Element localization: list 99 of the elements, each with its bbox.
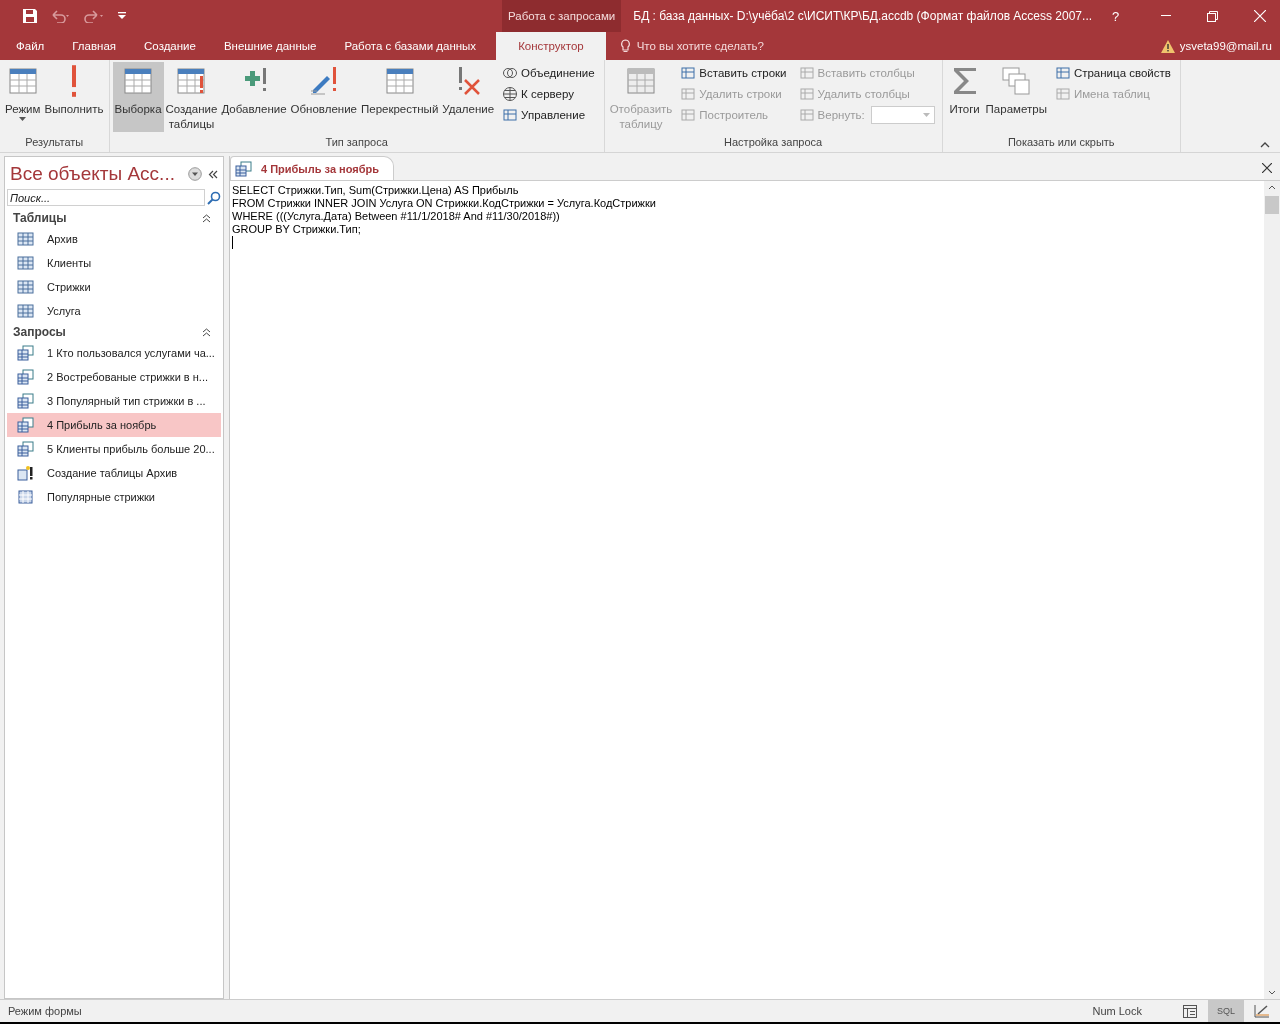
ribbon-tab[interactable]: Главная [60, 32, 129, 60]
close-icon[interactable] [1262, 163, 1272, 173]
scroll-up-icon[interactable] [1268, 185, 1276, 190]
ribbon-button[interactable]: Выполнить [42, 62, 106, 132]
navigation-item[interactable]: Создание таблицы Архив [7, 461, 221, 485]
command-icon [798, 86, 815, 102]
table-icon [17, 303, 35, 319]
lightbulb-icon [619, 39, 631, 53]
query-icon [17, 441, 35, 457]
dropdown-circle-icon[interactable] [188, 167, 202, 181]
command-icon [502, 107, 519, 123]
query-icon [235, 160, 253, 177]
warning-icon [1160, 39, 1175, 53]
ribbon-button[interactable]: Страница свойств [1052, 64, 1173, 82]
navigation-pane-title[interactable]: Все объекты Acc... [10, 163, 182, 185]
ribbon-button[interactable]: Выборка [112, 62, 164, 132]
minimize-icon[interactable] [1161, 15, 1172, 17]
scroll-down-icon[interactable] [1268, 990, 1276, 995]
query-icon [17, 393, 35, 409]
table-icon [17, 231, 35, 247]
ribbon-button[interactable]: Параметры [983, 62, 1049, 132]
navigation-item[interactable]: 3 Популярный тип стрижки в ... [7, 389, 221, 413]
table-icon [17, 279, 35, 295]
ribbon-button[interactable]: Создание таблицы [163, 62, 220, 132]
customize-menu-icon[interactable] [118, 12, 126, 20]
ribbon-button[interactable]: Вставить строки [678, 64, 789, 82]
navigation-item[interactable]: 4 Прибыль за ноябрь [7, 413, 221, 437]
code-line: FROM Стрижки INNER JOIN Услуга ON Стрижки.КодСтрижки = Услуга.КодСтрижки [232, 197, 657, 210]
command-icon [1054, 86, 1071, 102]
ribbon-button[interactable]: Управление [500, 106, 588, 124]
ribbon-button[interactable]: Перекрестный [358, 62, 441, 132]
query-icon [17, 369, 35, 385]
document-tab[interactable]: 4 Прибыль за ноябрь [230, 156, 394, 180]
ribbon-button[interactable]: Удаление [440, 62, 497, 132]
command-icon [798, 65, 815, 81]
collapse-pane-icon[interactable] [208, 169, 218, 179]
restore-icon[interactable] [1207, 10, 1219, 22]
navigation-item[interactable]: 1 Кто пользовался услугами ча... [7, 341, 221, 365]
navigation-item[interactable]: Архив [7, 227, 221, 251]
query-icon [17, 345, 35, 361]
save-icon[interactable] [22, 8, 38, 24]
navigation-item[interactable]: 2 Востребованые стрижки в н... [7, 365, 221, 389]
command-icon [502, 86, 519, 102]
group-label: Настройка запроса [723, 136, 824, 150]
window-title: БД : база данных- D:\учёба\2 с\ИСИТ\КР\БД.accdb (Формат файлов Access 2007... [632, 8, 1093, 24]
command-icon [1054, 65, 1071, 81]
undo-icon[interactable] [50, 9, 72, 23]
redo-icon[interactable] [84, 9, 106, 23]
datasheet-icon [1183, 1004, 1197, 1018]
navigation-item[interactable]: Услуга [7, 299, 221, 323]
ribbon-tab[interactable]: Внешние данные [211, 32, 329, 60]
ribbon-button[interactable]: Итоги [945, 62, 984, 132]
ribbon-button[interactable]: Добавление [219, 62, 289, 132]
ribbon-button[interactable]: Обновление [288, 62, 359, 132]
collapse-section-icon[interactable] [202, 213, 211, 223]
ribbon-tab[interactable]: Работа с базами данных [332, 32, 489, 60]
command-icon [680, 86, 697, 102]
ribbon-tab[interactable]: Создание [132, 32, 208, 60]
group-label: Тип запроса [324, 136, 389, 150]
dropdown-arrow-icon [922, 113, 930, 117]
code-line: GROUP BY Стрижки.Тип; [232, 223, 362, 236]
context-tab-label: Работа с запросами [502, 0, 622, 32]
help-button[interactable]: ? [1106, 8, 1126, 24]
query-icon [17, 417, 35, 433]
query-icon [17, 465, 35, 481]
collapse-section-icon[interactable] [202, 327, 211, 337]
command-icon [798, 107, 815, 123]
account-name[interactable]: ysveta99@mail.ru [1179, 40, 1272, 52]
ribbon-tab[interactable]: Файл [4, 32, 57, 60]
ribbon-tab[interactable]: Конструктор [496, 32, 606, 60]
code-line: WHERE (((Услуга.Дата) Between #11/1/2018# And #11/30/2018#)) [232, 210, 561, 223]
ribbon-button[interactable]: К серверу [500, 85, 576, 103]
navigation-item[interactable]: Стрижки [7, 275, 221, 299]
exclamation-icon [71, 64, 77, 98]
sql-view-button[interactable]: SQL [1208, 1000, 1244, 1022]
ribbon-button[interactable]: Режим [3, 62, 43, 132]
vertical-scrollbar[interactable] [1264, 181, 1280, 999]
query-icon [17, 489, 35, 505]
group-label: Показать или скрыть [1006, 136, 1116, 150]
code-line: SELECT Стрижки.Тип, Sum(Стрижки.Цена) AS Прибыль [232, 184, 520, 197]
navigation-item[interactable]: Популярные стрижки [7, 485, 221, 509]
search-field[interactable]: Поиск... [7, 189, 205, 206]
command-icon [680, 107, 697, 123]
scrollbar-thumb[interactable] [1265, 196, 1279, 214]
navigation-item[interactable]: Клиенты [7, 251, 221, 275]
num-lock-indicator: Num Lock [1092, 1005, 1142, 1017]
group-label: Результаты [24, 136, 85, 150]
command-icon [502, 65, 519, 81]
ribbon-button[interactable]: Объединение [500, 64, 597, 82]
section-header[interactable]: Таблицы [13, 211, 67, 225]
navigation-item[interactable]: 5 Клиенты прибыль больше 20... [7, 437, 221, 461]
command-icon [680, 65, 697, 81]
search-icon[interactable] [207, 190, 221, 205]
design-ruler-icon [1254, 1004, 1270, 1018]
tell-me-field[interactable]: Что вы хотите сделать? [636, 40, 764, 52]
table-icon [17, 255, 35, 271]
collapse-ribbon-icon[interactable] [1260, 142, 1270, 148]
status-text: Режим формы [8, 1005, 82, 1017]
section-header[interactable]: Запросы [13, 325, 66, 339]
